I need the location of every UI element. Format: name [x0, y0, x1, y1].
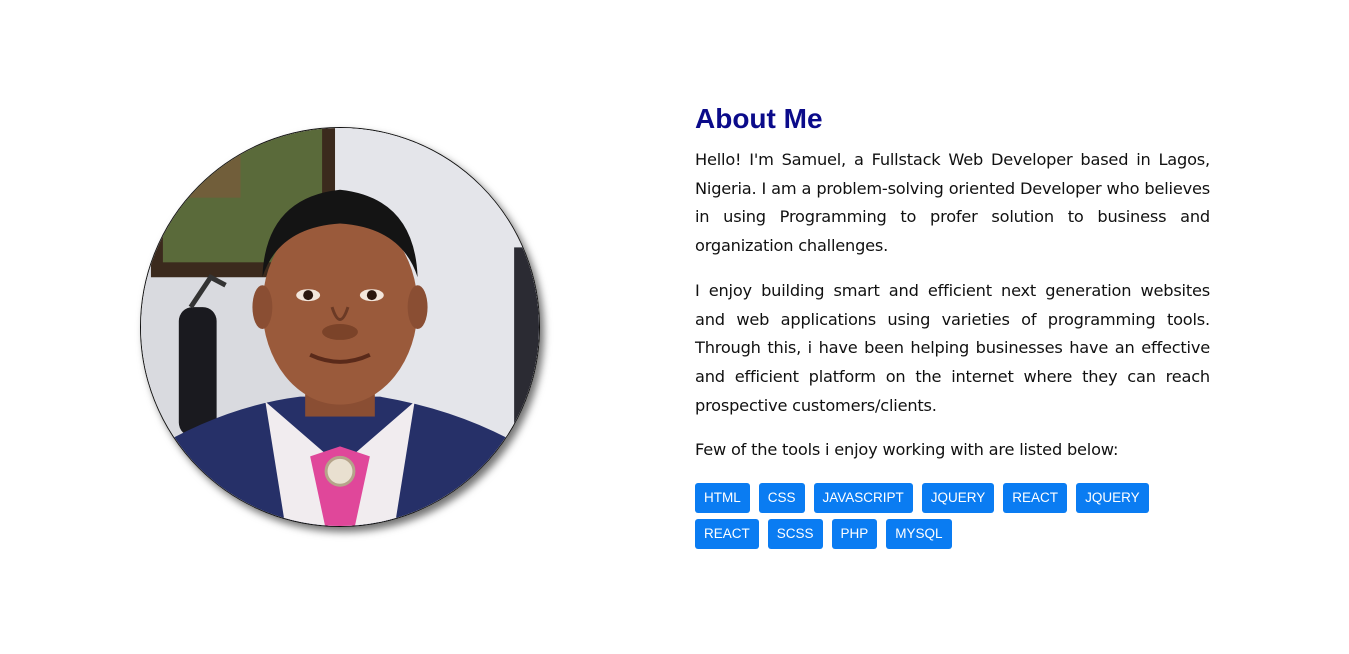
tool-tag-html[interactable]: HTML [695, 483, 750, 514]
tool-tag-css[interactable]: CSS [758, 483, 805, 514]
about-content: About Me Hello! I'm Samuel, a Fullstack … [695, 100, 1210, 550]
profile-photo [140, 127, 540, 527]
about-section: About Me Hello! I'm Samuel, a Fullstack … [0, 0, 1349, 654]
about-paragraph-work: I enjoy building smart and efficient nex… [695, 280, 1210, 415]
tool-tag-jquery-2[interactable]: JQUERY [1076, 483, 1149, 514]
tool-tag-mysql[interactable]: MYSQL [886, 519, 952, 550]
tools-tag-list: HTML CSS JAVASCRIPT JQUERY REACT JQUERY … [695, 483, 1215, 550]
about-heading: About Me [695, 103, 823, 134]
tool-tag-jquery[interactable]: JQUERY [921, 483, 995, 514]
tool-tag-javascript[interactable]: JAVASCRIPT [813, 483, 913, 514]
profile-photo-illustration [141, 128, 539, 526]
tool-tag-php[interactable]: PHP [831, 519, 878, 550]
tool-tag-react-2[interactable]: REACT [695, 519, 759, 550]
tools-intro-text: Few of the tools i enjoy working with ar… [695, 440, 1119, 460]
tool-tag-react[interactable]: REACT [1003, 483, 1068, 514]
tool-tag-scss[interactable]: SCSS [767, 519, 823, 550]
about-paragraph-intro: Hello! I'm Samuel, a Fullstack Web Devel… [695, 150, 1210, 256]
